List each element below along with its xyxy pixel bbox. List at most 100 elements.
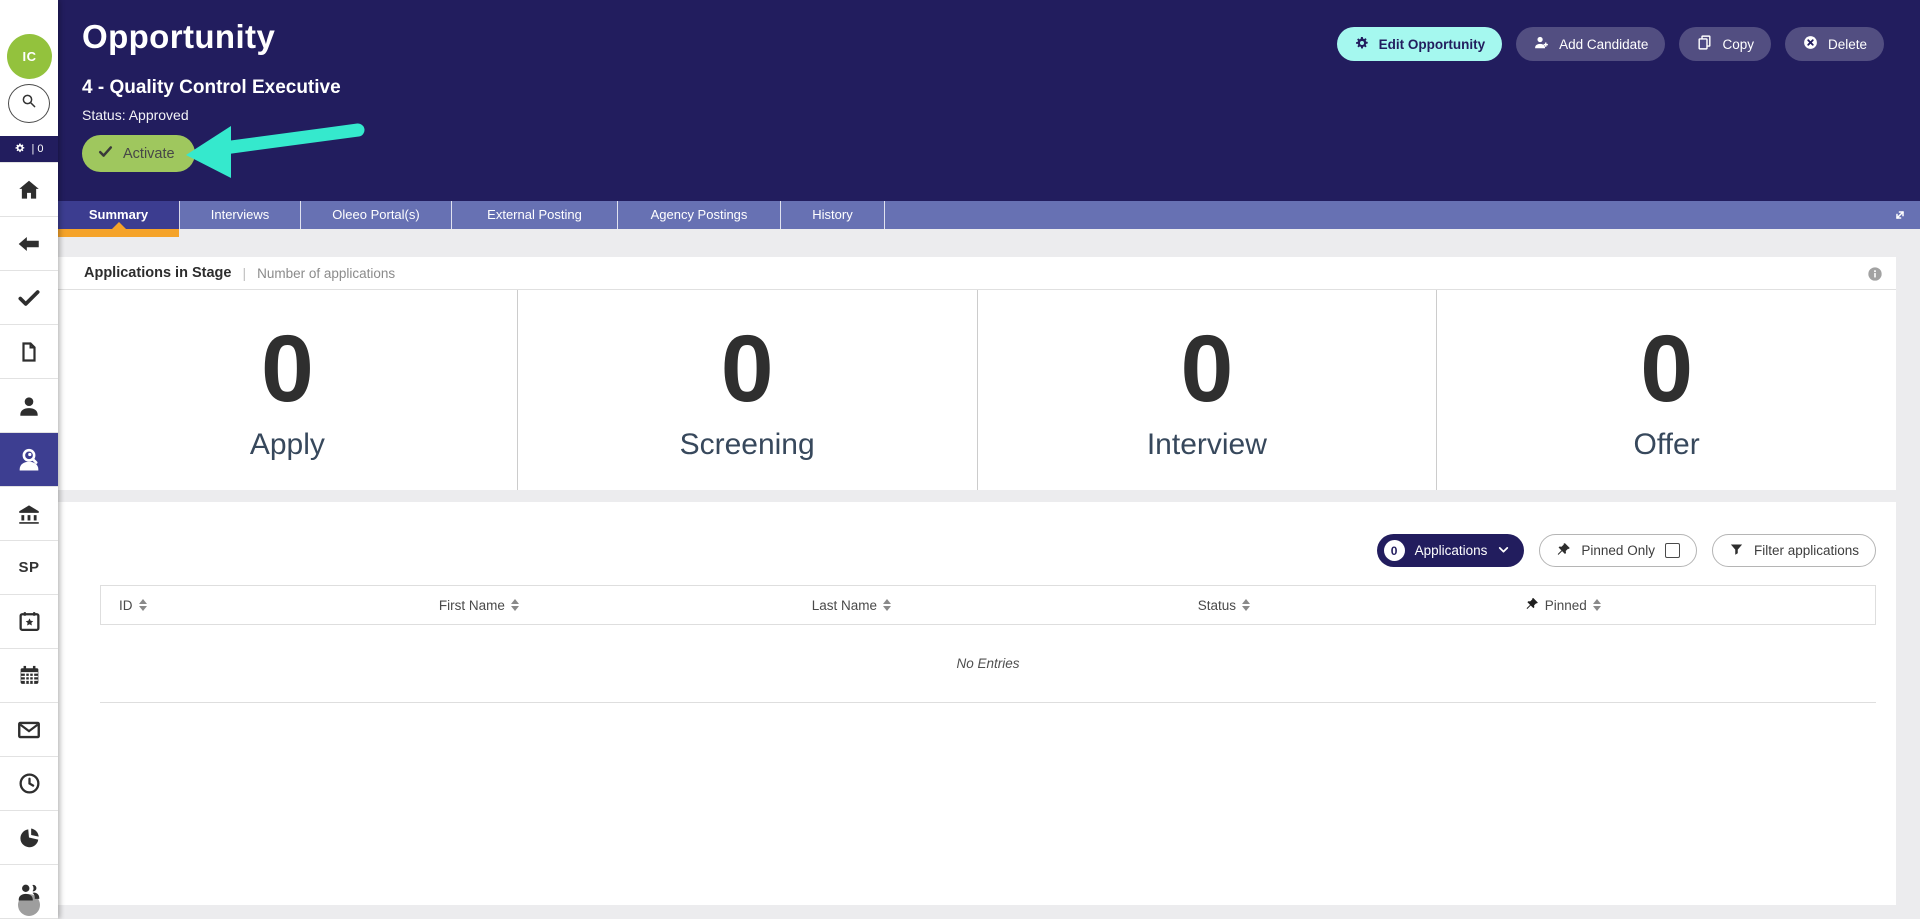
delete-label: Delete (1827, 36, 1867, 52)
info-button[interactable] (1867, 266, 1883, 282)
stat-apply: 0 Apply (58, 290, 517, 490)
envelope-icon (16, 717, 42, 743)
pin-icon (1556, 542, 1571, 560)
expand-icon (1891, 211, 1909, 227)
tab-summary[interactable]: Summary (58, 201, 180, 237)
stage-stats: 0 Apply 0 Screening 0 Interview 0 Offer (58, 290, 1896, 490)
activate-label: Activate (123, 145, 175, 162)
sp-label: SP (18, 559, 40, 576)
tab-history[interactable]: History (781, 201, 885, 229)
sidebar-item-events[interactable] (0, 595, 58, 649)
pinned-only-checkbox[interactable] (1664, 543, 1680, 558)
sidebar-item-candidate-search[interactable] (0, 433, 58, 487)
stat-offer-label: Offer (1633, 427, 1700, 461)
column-header-first-name[interactable]: First Name (293, 586, 666, 624)
column-header-status[interactable]: Status (1038, 586, 1411, 624)
stage-panel-subtitle: Number of applications (257, 265, 396, 281)
column-header-pinned[interactable]: Pinned (1410, 586, 1715, 624)
table-header-row: ID First Name Last Name Status Pinned (100, 585, 1876, 625)
home-icon (16, 177, 42, 203)
filter-icon (1729, 542, 1744, 560)
stat-screening: 0 Screening (516, 290, 977, 490)
applications-dropdown[interactable]: 0 Applications (1376, 534, 1525, 567)
sidebar-search-button[interactable] (8, 84, 50, 123)
delete-x-icon (1802, 34, 1819, 54)
document-icon (17, 340, 41, 364)
delete-button[interactable]: Delete (1784, 27, 1884, 61)
chevron-down-icon (1497, 543, 1510, 559)
stat-offer-value: 0 (1640, 316, 1694, 423)
tab-oleeo-portals[interactable]: Oleeo Portal(s) (301, 201, 452, 229)
edit-opportunity-label: Edit Opportunity (1378, 36, 1486, 52)
sidebar-item-reports[interactable] (0, 811, 58, 865)
sidebar-item-contacts[interactable] (0, 379, 58, 433)
info-icon (1867, 267, 1883, 285)
applications-dropdown-label: Applications (1414, 543, 1488, 558)
tab-bar: Summary Interviews Oleeo Portal(s) Exter… (58, 201, 1920, 237)
stat-offer: 0 Offer (1436, 290, 1896, 490)
tab-interviews[interactable]: Interviews (180, 201, 301, 229)
sidebar-item-home[interactable] (0, 163, 58, 217)
empty-state-text: No Entries (956, 656, 1020, 671)
calendar-icon (17, 663, 42, 688)
expand-button[interactable] (1890, 206, 1910, 226)
sidebar-settings-counter[interactable]: | 0 (0, 136, 58, 162)
copy-button[interactable]: Copy (1679, 27, 1771, 61)
sidebar-item-sp[interactable]: SP (0, 541, 58, 595)
gear-icon (1354, 35, 1370, 54)
check-icon (98, 144, 113, 163)
stat-interview-label: Interview (1146, 427, 1267, 461)
back-arrow-icon (16, 231, 42, 257)
stage-separator: | (242, 265, 247, 281)
sort-arrows-icon (1242, 599, 1251, 611)
person-add-icon (1533, 34, 1550, 54)
page-header: Opportunity 4 - Quality Control Executiv… (58, 0, 1920, 201)
tab-interviews-label: Interviews (210, 207, 270, 222)
sidebar-item-tasks[interactable] (0, 271, 58, 325)
copy-label: Copy (1722, 36, 1754, 52)
sidebar-item-people[interactable] (0, 865, 58, 919)
column-header-id[interactable]: ID (101, 586, 293, 624)
filter-applications-button[interactable]: Filter applications (1711, 534, 1876, 567)
calendar-star-icon (17, 609, 42, 634)
sidebar-item-messages[interactable] (0, 703, 58, 757)
search-icon (20, 92, 38, 115)
sidebar-item-history[interactable] (0, 757, 58, 811)
add-candidate-label: Add Candidate (1559, 36, 1649, 52)
tab-external-posting-label: External Posting (487, 207, 582, 222)
tab-history-label: History (812, 207, 853, 222)
applications-panel: 0 Applications Pinned Only Filter applic… (58, 502, 1896, 905)
opportunity-name: 4 - Quality Control Executive (82, 77, 341, 98)
sort-arrows-icon (510, 599, 519, 611)
pinned-only-label: Pinned Only (1581, 543, 1655, 558)
column-header-last-name[interactable]: Last Name (665, 586, 1038, 624)
annotation-arrow (186, 123, 365, 178)
add-candidate-button[interactable]: Add Candidate (1516, 27, 1666, 61)
page-title: Opportunity (82, 18, 276, 55)
sort-arrows-icon (1592, 599, 1601, 611)
sidebar: IC | 0 SP (0, 0, 58, 919)
sidebar-item-organisation[interactable] (0, 487, 58, 541)
sidebar-item-back[interactable] (0, 217, 58, 271)
header-actions: Edit Opportunity Add Candidate Copy Dele… (1336, 27, 1884, 61)
sidebar-item-documents[interactable] (0, 325, 58, 379)
stage-header-band: Applications in Stage | Number of applic… (58, 257, 1896, 290)
tab-external-posting[interactable]: External Posting (452, 201, 618, 229)
clock-icon (17, 771, 42, 796)
applications-table: ID First Name Last Name Status Pinned No… (100, 585, 1876, 703)
edit-opportunity-button[interactable]: Edit Opportunity (1336, 27, 1503, 61)
status-text: Status: Approved (82, 107, 189, 123)
sidebar-item-calendar[interactable] (0, 649, 58, 703)
opportunity-page: IC | 0 SP Opportunity 4 - Quality Contro… (0, 0, 1920, 919)
stat-apply-label: Apply (249, 427, 325, 461)
stat-interview: 0 Interview (976, 290, 1437, 490)
column-status-label: Status (1197, 597, 1237, 613)
pinned-only-toggle[interactable]: Pinned Only (1539, 534, 1697, 567)
person-icon (16, 393, 42, 419)
activate-button[interactable]: Activate (82, 135, 195, 172)
tab-agency-postings[interactable]: Agency Postings (618, 201, 781, 229)
check-icon (16, 285, 42, 311)
copy-icon (1696, 34, 1713, 54)
people-icon (16, 879, 42, 905)
avatar[interactable]: IC (7, 34, 52, 79)
